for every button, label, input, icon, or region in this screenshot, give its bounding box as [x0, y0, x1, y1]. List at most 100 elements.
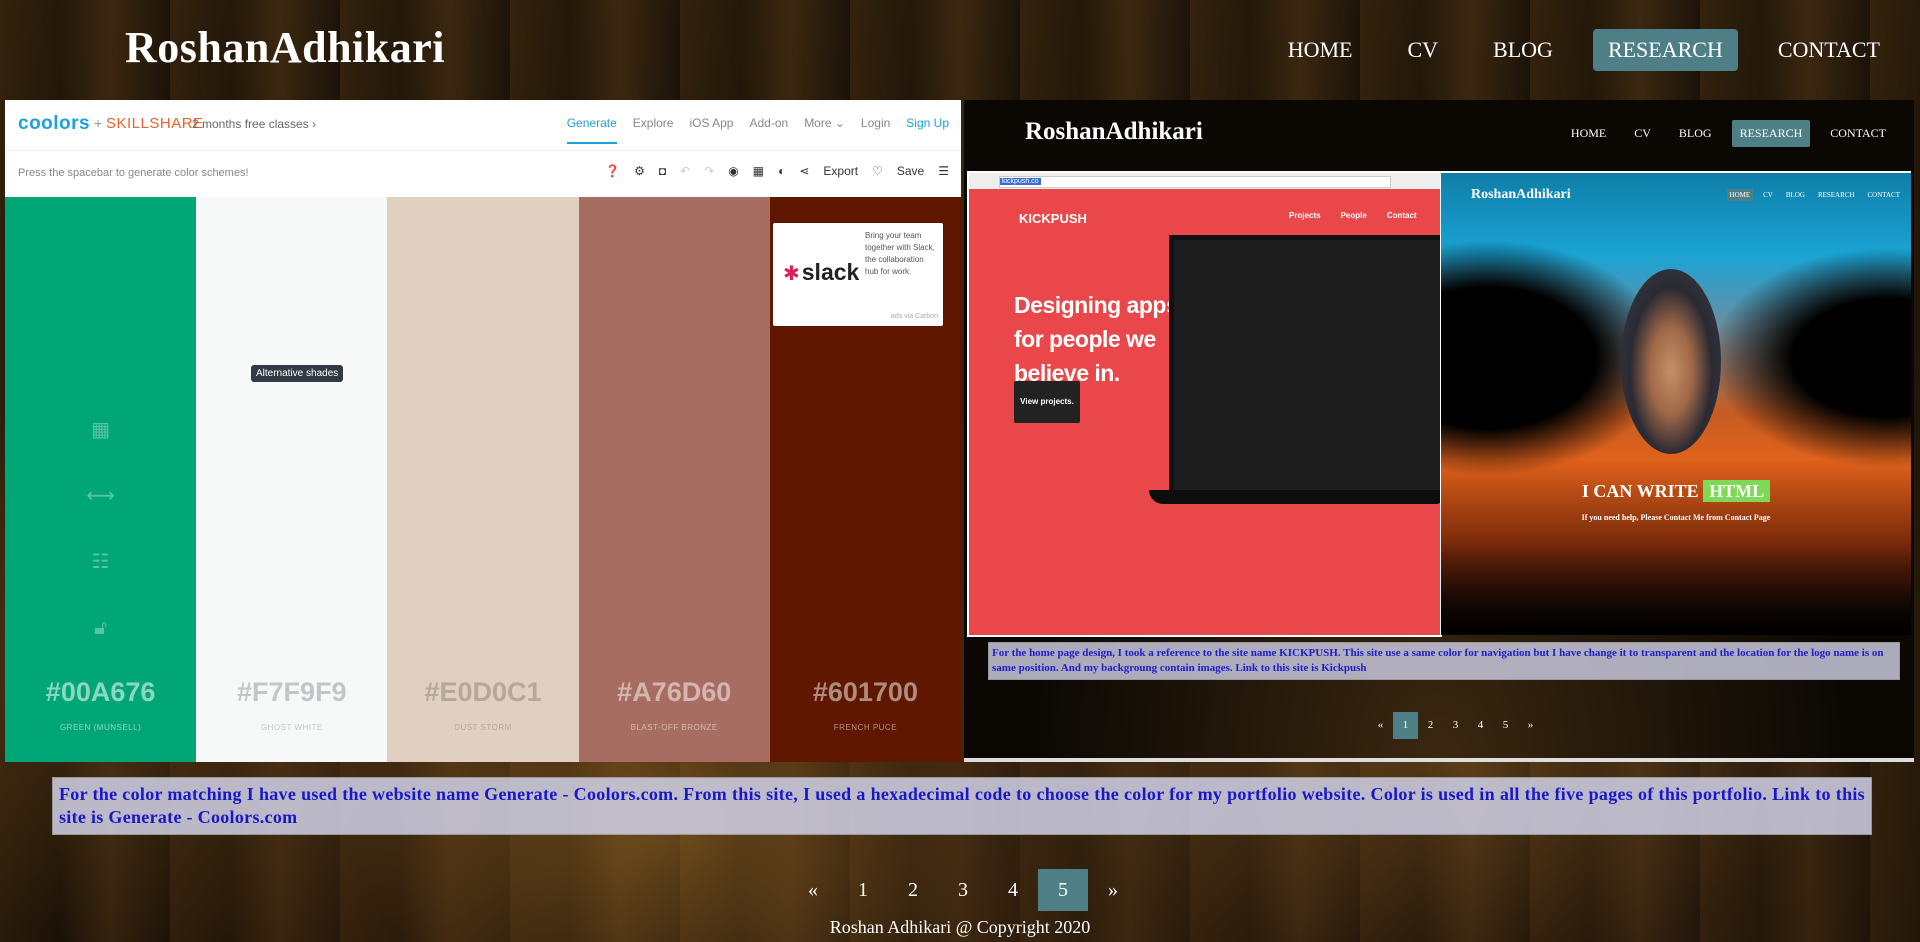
- page-1[interactable]: 1: [838, 869, 888, 911]
- inner-page-prev: «: [1377, 719, 1384, 731]
- tagline-highlight: HTML: [1703, 480, 1771, 502]
- nav-cv[interactable]: CV: [1392, 29, 1453, 71]
- page-prev[interactable]: «: [788, 869, 838, 911]
- page-next[interactable]: »: [1088, 869, 1138, 911]
- nav-blog[interactable]: BLOG: [1478, 29, 1568, 71]
- alternative-shades-tooltip: Alternative shades: [251, 365, 344, 382]
- site-logo[interactable]: RoshanAdhikari: [125, 22, 445, 73]
- kickpush-screenshot: kickpush.co KICKPUSH Projects People Con…: [967, 171, 1442, 637]
- inner-nav-research: RESEARCH: [1731, 120, 1811, 147]
- swatch-name: DUST STORM: [454, 723, 512, 732]
- promo-text: 2 months free classes ›: [192, 117, 317, 131]
- inner-bottom-bar: [964, 758, 1914, 762]
- inner-logo: RoshanAdhikari: [1025, 118, 1203, 145]
- kickpush-nav-projects: Projects: [1289, 211, 1321, 220]
- portfolio-nav: HOME CV BLOG RESEARCH CONTACT: [1720, 189, 1903, 201]
- coolors-screenshot: coolors + SKILLSHARE 2 months free class…: [5, 100, 961, 762]
- menu-icon: ☰: [938, 164, 949, 178]
- coolors-nav-explore: Explore: [632, 116, 674, 130]
- share-icon: ⋖: [799, 164, 810, 178]
- coolors-nav-more: More ⌄: [804, 116, 845, 130]
- kickpush-caption: For the home page design, I took a refer…: [988, 642, 1900, 680]
- gear-icon: ⚙: [634, 164, 645, 178]
- browser-url: kickpush.co: [999, 176, 1391, 188]
- slack-ad: ✱slack Bring your team together with Sla…: [773, 223, 943, 326]
- nav-contact[interactable]: CONTACT: [1763, 29, 1895, 71]
- page-4[interactable]: 4: [988, 869, 1038, 911]
- coolors-nav-signup: Sign Up: [906, 116, 949, 130]
- url-text: kickpush.co: [1000, 178, 1041, 185]
- coolors-nav-addon: Add-on: [749, 116, 789, 130]
- toolbar-hint: Press the spacebar to generate color sch…: [18, 167, 249, 179]
- swatch-hex: #00A676: [45, 677, 156, 707]
- swatch-hex: #601700: [812, 677, 918, 707]
- help-icon: ❓: [605, 164, 621, 178]
- top-navbar: RoshanAdhikari HOME CV BLOG RESEARCH CON…: [0, 0, 1920, 100]
- inner-page-2: 2: [1427, 719, 1434, 731]
- swatch-name: GHOST WHITE: [260, 723, 323, 732]
- sliders-icon: ☷: [91, 551, 110, 573]
- inner-page-5: 5: [1502, 719, 1509, 731]
- coolors-toolbar: Press the spacebar to generate color sch…: [5, 151, 961, 198]
- portfolio-nav-blog: BLOG: [1785, 191, 1805, 199]
- coolors-logo: coolors: [18, 113, 91, 134]
- portfolio-logo: RoshanAdhikari: [1471, 187, 1571, 202]
- inner-nav: HOME CV BLOG RESEARCH CONTACT: [1551, 120, 1894, 147]
- kickpush-brand: KICKPUSH: [1019, 211, 1087, 226]
- coolors-caption: For the color matching I have used the w…: [52, 777, 1872, 835]
- heart-icon: ♡: [872, 164, 883, 178]
- pagination: « 1 2 3 4 5 »: [788, 869, 1138, 911]
- page-5[interactable]: 5: [1038, 869, 1088, 911]
- inner-pagination: « 1 2 3 4 5 »: [1368, 712, 1543, 739]
- kickpush-nav-contact: Contact: [1386, 211, 1417, 220]
- grid-icon: ▦: [752, 164, 765, 178]
- nav-research[interactable]: RESEARCH: [1592, 29, 1738, 71]
- plus-sign: +: [94, 115, 103, 131]
- main-nav: HOME CV BLOG RESEARCH CONTACT: [1273, 29, 1920, 71]
- swatch-hex: #E0D0C1: [424, 677, 542, 707]
- footer-copyright: Roshan Adhikari @ Copyright 2020: [829, 917, 1091, 937]
- inner-nav-home: HOME: [1570, 126, 1607, 140]
- coolors-nav-ios: iOS App: [689, 116, 734, 130]
- swatch-name: FRENCH PUCE: [833, 723, 898, 732]
- kickpush-nav-people: People: [1340, 211, 1367, 220]
- nav-home[interactable]: HOME: [1273, 29, 1368, 71]
- swatch: #E0D0C1 DUST STORM: [387, 197, 579, 762]
- inner-page-1: 1: [1393, 712, 1418, 739]
- portfolio-screenshot: RoshanAdhikari HOME CV BLOG RESEARCH CON…: [964, 100, 1914, 762]
- redo-icon: ↷: [704, 164, 715, 178]
- tagline-prefix: I CAN WRITE: [1581, 481, 1699, 501]
- browser-bar: kickpush.co: [969, 173, 1440, 189]
- kickpush-nav: Projects People Contact: [1289, 211, 1437, 220]
- swatch: #F7F9F9 GHOST WHITE: [196, 197, 388, 762]
- slack-brand: slack: [801, 259, 860, 285]
- save-label: Save: [896, 164, 925, 178]
- camera-icon: ◘: [658, 164, 667, 178]
- swatch-name: GREEN (MUNSELL): [59, 723, 142, 732]
- skillshare-logo: SKILLSHARE: [106, 115, 204, 132]
- tagline-sub: If you need help, Please Contact Me from…: [1581, 513, 1771, 522]
- portfolio-nav-contact: CONTACT: [1867, 191, 1901, 199]
- portfolio-nav-cv: CV: [1763, 191, 1773, 199]
- page-2[interactable]: 2: [888, 869, 938, 911]
- inner-nav-cv: CV: [1634, 126, 1651, 140]
- profile-photo: [1621, 269, 1721, 454]
- arrows-icon: ⟷: [86, 485, 115, 507]
- coolors-nav: Generate Explore iOS App Add-on More ⌄ L…: [551, 116, 949, 144]
- inner-nav-blog: BLOG: [1678, 126, 1712, 140]
- eye-icon: ◉: [728, 164, 739, 178]
- coolors-nav-generate: Generate: [566, 116, 617, 144]
- swatch: ▦ ⟷ ☷ 🔓︎ #00A676 GREEN (MUNSELL): [5, 197, 197, 762]
- swatch-hex: #F7F9F9: [237, 677, 347, 707]
- undo-icon: ↶: [680, 164, 691, 178]
- contrast-icon: ◐: [778, 164, 786, 178]
- coolors-nav-login: Login: [860, 116, 891, 130]
- export-label: Export: [823, 164, 859, 178]
- portfolio-nav-home: HOME: [1726, 189, 1754, 201]
- lock-icon: 🔓︎: [94, 617, 108, 639]
- portfolio-nav-research: RESEARCH: [1817, 191, 1855, 199]
- swatch-name: BLAST-OFF BRONZE: [630, 723, 718, 732]
- page-3[interactable]: 3: [938, 869, 988, 911]
- tagline: I CAN WRITE HTML: [1441, 480, 1911, 502]
- swatch-hex: #A76D60: [617, 677, 732, 707]
